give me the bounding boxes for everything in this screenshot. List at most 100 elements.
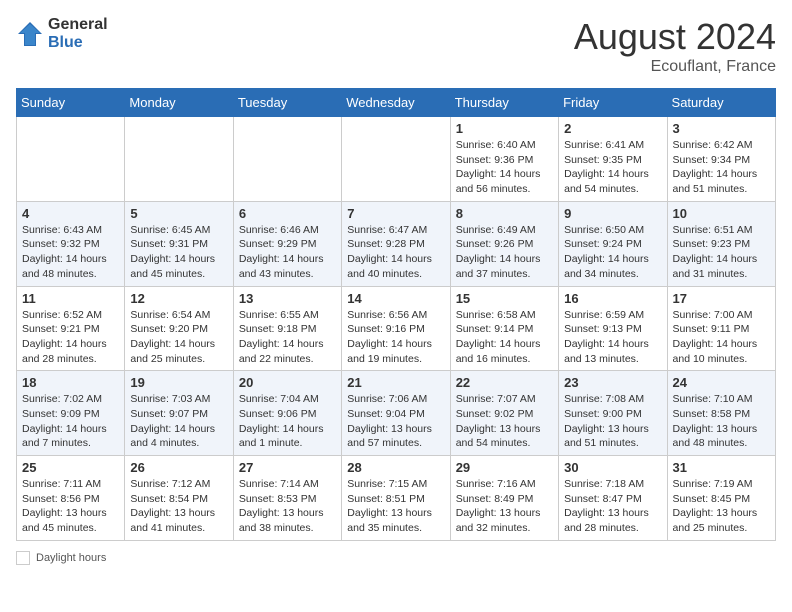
logo: General Blue bbox=[16, 16, 108, 52]
day-info: Sunrise: 7:06 AM Sunset: 9:04 PM Dayligh… bbox=[347, 392, 444, 451]
day-number: 30 bbox=[564, 460, 661, 475]
calendar-day-header: Sunday bbox=[17, 89, 125, 117]
day-number: 31 bbox=[673, 460, 770, 475]
logo-general: General bbox=[48, 16, 108, 34]
calendar-cell: 11 Sunrise: 6:52 AM Sunset: 9:21 PM Dayli… bbox=[17, 286, 125, 371]
footer: Daylight hours bbox=[16, 551, 776, 565]
title-block: August 2024 Ecouflant, France bbox=[574, 16, 776, 76]
calendar-cell: 2Sunrise: 6:41 AM Sunset: 9:35 PM Daylig… bbox=[559, 117, 667, 202]
calendar-table: SundayMondayTuesdayWednesdayThursdayFrid… bbox=[16, 88, 776, 541]
day-info: Sunrise: 6:59 AM Sunset: 9:13 PM Dayligh… bbox=[564, 308, 661, 367]
day-number: 12 bbox=[130, 291, 227, 306]
calendar-header-row: SundayMondayTuesdayWednesdayThursdayFrid… bbox=[17, 89, 776, 117]
calendar-cell: 6Sunrise: 6:46 AM Sunset: 9:29 PM Daylig… bbox=[233, 201, 341, 286]
calendar-cell: 26 Sunrise: 7:12 AM Sunset: 8:54 PM Dayli… bbox=[125, 456, 233, 541]
calendar-cell: 19 Sunrise: 7:03 AM Sunset: 9:07 PM Dayli… bbox=[125, 371, 233, 456]
day-info: Sunrise: 6:43 AM Sunset: 9:32 PM Dayligh… bbox=[22, 223, 119, 282]
day-info: Sunrise: 6:40 AM Sunset: 9:36 PM Dayligh… bbox=[456, 138, 553, 197]
calendar-cell: 8 Sunrise: 6:49 AM Sunset: 9:26 PM Daylig… bbox=[450, 201, 558, 286]
day-info: Sunrise: 6:58 AM Sunset: 9:14 PM Dayligh… bbox=[456, 308, 553, 367]
day-info: Sunrise: 7:14 AM Sunset: 8:53 PM Dayligh… bbox=[239, 477, 336, 536]
day-info: Sunrise: 7:03 AM Sunset: 9:07 PM Dayligh… bbox=[130, 392, 227, 451]
calendar-day-header: Friday bbox=[559, 89, 667, 117]
day-info: Sunrise: 6:52 AM Sunset: 9:21 PM Dayligh… bbox=[22, 308, 119, 367]
calendar-cell: 1 Sunrise: 6:40 AM Sunset: 9:36 PM Daylig… bbox=[450, 117, 558, 202]
calendar-cell bbox=[17, 117, 125, 202]
calendar-cell: 15Sunrise: 6:58 AM Sunset: 9:14 PM Dayli… bbox=[450, 286, 558, 371]
day-info: Sunrise: 6:45 AM Sunset: 9:31 PM Dayligh… bbox=[130, 223, 227, 282]
calendar-cell: 13Sunrise: 6:55 AM Sunset: 9:18 PM Dayli… bbox=[233, 286, 341, 371]
day-info: Sunrise: 6:49 AM Sunset: 9:26 PM Dayligh… bbox=[456, 223, 553, 282]
page-header: General Blue August 2024 Ecouflant, Fran… bbox=[16, 16, 776, 76]
day-number: 21 bbox=[347, 375, 444, 390]
calendar-cell: 3 Sunrise: 6:42 AM Sunset: 9:34 PM Daylig… bbox=[667, 117, 775, 202]
calendar-week-row: 25Sunrise: 7:11 AM Sunset: 8:56 PM Dayli… bbox=[17, 456, 776, 541]
day-number: 28 bbox=[347, 460, 444, 475]
calendar-cell: 18 Sunrise: 7:02 AM Sunset: 9:09 PM Dayli… bbox=[17, 371, 125, 456]
day-number: 26 bbox=[130, 460, 227, 475]
calendar-cell: 21 Sunrise: 7:06 AM Sunset: 9:04 PM Dayli… bbox=[342, 371, 450, 456]
day-number: 7 bbox=[347, 206, 444, 221]
day-info: Sunrise: 7:02 AM Sunset: 9:09 PM Dayligh… bbox=[22, 392, 119, 451]
calendar-cell: 17Sunrise: 7:00 AM Sunset: 9:11 PM Dayli… bbox=[667, 286, 775, 371]
calendar-cell: 27Sunrise: 7:14 AM Sunset: 8:53 PM Dayli… bbox=[233, 456, 341, 541]
calendar-cell: 10 Sunrise: 6:51 AM Sunset: 9:23 PM Dayli… bbox=[667, 201, 775, 286]
day-info: Sunrise: 6:54 AM Sunset: 9:20 PM Dayligh… bbox=[130, 308, 227, 367]
calendar-week-row: 11 Sunrise: 6:52 AM Sunset: 9:21 PM Dayli… bbox=[17, 286, 776, 371]
day-number: 1 bbox=[456, 121, 553, 136]
day-number: 5 bbox=[130, 206, 227, 221]
calendar-cell: 23 Sunrise: 7:08 AM Sunset: 9:00 PM Dayli… bbox=[559, 371, 667, 456]
day-number: 18 bbox=[22, 375, 119, 390]
day-info: Sunrise: 6:42 AM Sunset: 9:34 PM Dayligh… bbox=[673, 138, 770, 197]
calendar-week-row: 1 Sunrise: 6:40 AM Sunset: 9:36 PM Daylig… bbox=[17, 117, 776, 202]
day-number: 10 bbox=[673, 206, 770, 221]
day-info: Sunrise: 7:04 AM Sunset: 9:06 PM Dayligh… bbox=[239, 392, 336, 451]
calendar-day-header: Thursday bbox=[450, 89, 558, 117]
calendar-cell: 24 Sunrise: 7:10 AM Sunset: 8:58 PM Dayli… bbox=[667, 371, 775, 456]
day-number: 11 bbox=[22, 291, 119, 306]
daylight-box bbox=[16, 551, 30, 565]
calendar-cell: 16 Sunrise: 6:59 AM Sunset: 9:13 PM Dayli… bbox=[559, 286, 667, 371]
day-info: Sunrise: 7:11 AM Sunset: 8:56 PM Dayligh… bbox=[22, 477, 119, 536]
day-number: 19 bbox=[130, 375, 227, 390]
day-number: 16 bbox=[564, 291, 661, 306]
calendar-day-header: Tuesday bbox=[233, 89, 341, 117]
day-number: 24 bbox=[673, 375, 770, 390]
day-info: Sunrise: 6:50 AM Sunset: 9:24 PM Dayligh… bbox=[564, 223, 661, 282]
calendar-cell: 9 Sunrise: 6:50 AM Sunset: 9:24 PM Daylig… bbox=[559, 201, 667, 286]
day-info: Sunrise: 6:51 AM Sunset: 9:23 PM Dayligh… bbox=[673, 223, 770, 282]
calendar-cell: 22Sunrise: 7:07 AM Sunset: 9:02 PM Dayli… bbox=[450, 371, 558, 456]
calendar-day-header: Monday bbox=[125, 89, 233, 117]
day-number: 8 bbox=[456, 206, 553, 221]
calendar-cell: 7Sunrise: 6:47 AM Sunset: 9:28 PM Daylig… bbox=[342, 201, 450, 286]
day-number: 9 bbox=[564, 206, 661, 221]
day-number: 17 bbox=[673, 291, 770, 306]
day-number: 3 bbox=[673, 121, 770, 136]
day-info: Sunrise: 7:12 AM Sunset: 8:54 PM Dayligh… bbox=[130, 477, 227, 536]
calendar-week-row: 18 Sunrise: 7:02 AM Sunset: 9:09 PM Dayli… bbox=[17, 371, 776, 456]
calendar-cell: 31Sunrise: 7:19 AM Sunset: 8:45 PM Dayli… bbox=[667, 456, 775, 541]
calendar-cell: 5 Sunrise: 6:45 AM Sunset: 9:31 PM Daylig… bbox=[125, 201, 233, 286]
calendar-day-header: Wednesday bbox=[342, 89, 450, 117]
calendar-cell: 30Sunrise: 7:18 AM Sunset: 8:47 PM Dayli… bbox=[559, 456, 667, 541]
calendar-cell: 25Sunrise: 7:11 AM Sunset: 8:56 PM Dayli… bbox=[17, 456, 125, 541]
calendar-day-header: Saturday bbox=[667, 89, 775, 117]
day-number: 2 bbox=[564, 121, 661, 136]
calendar-cell: 4 Sunrise: 6:43 AM Sunset: 9:32 PM Daylig… bbox=[17, 201, 125, 286]
day-info: Sunrise: 7:07 AM Sunset: 9:02 PM Dayligh… bbox=[456, 392, 553, 451]
daylight-label: Daylight hours bbox=[36, 552, 106, 564]
day-info: Sunrise: 7:08 AM Sunset: 9:00 PM Dayligh… bbox=[564, 392, 661, 451]
location-subtitle: Ecouflant, France bbox=[574, 58, 776, 76]
logo-blue: Blue bbox=[48, 34, 108, 52]
day-number: 23 bbox=[564, 375, 661, 390]
day-info: Sunrise: 7:16 AM Sunset: 8:49 PM Dayligh… bbox=[456, 477, 553, 536]
day-info: Sunrise: 7:10 AM Sunset: 8:58 PM Dayligh… bbox=[673, 392, 770, 451]
logo-icon bbox=[16, 20, 44, 48]
day-info: Sunrise: 6:56 AM Sunset: 9:16 PM Dayligh… bbox=[347, 308, 444, 367]
day-number: 4 bbox=[22, 206, 119, 221]
calendar-week-row: 4 Sunrise: 6:43 AM Sunset: 9:32 PM Daylig… bbox=[17, 201, 776, 286]
day-info: Sunrise: 6:55 AM Sunset: 9:18 PM Dayligh… bbox=[239, 308, 336, 367]
calendar-cell: 12 Sunrise: 6:54 AM Sunset: 9:20 PM Dayli… bbox=[125, 286, 233, 371]
calendar-cell: 28Sunrise: 7:15 AM Sunset: 8:51 PM Dayli… bbox=[342, 456, 450, 541]
calendar-cell bbox=[233, 117, 341, 202]
